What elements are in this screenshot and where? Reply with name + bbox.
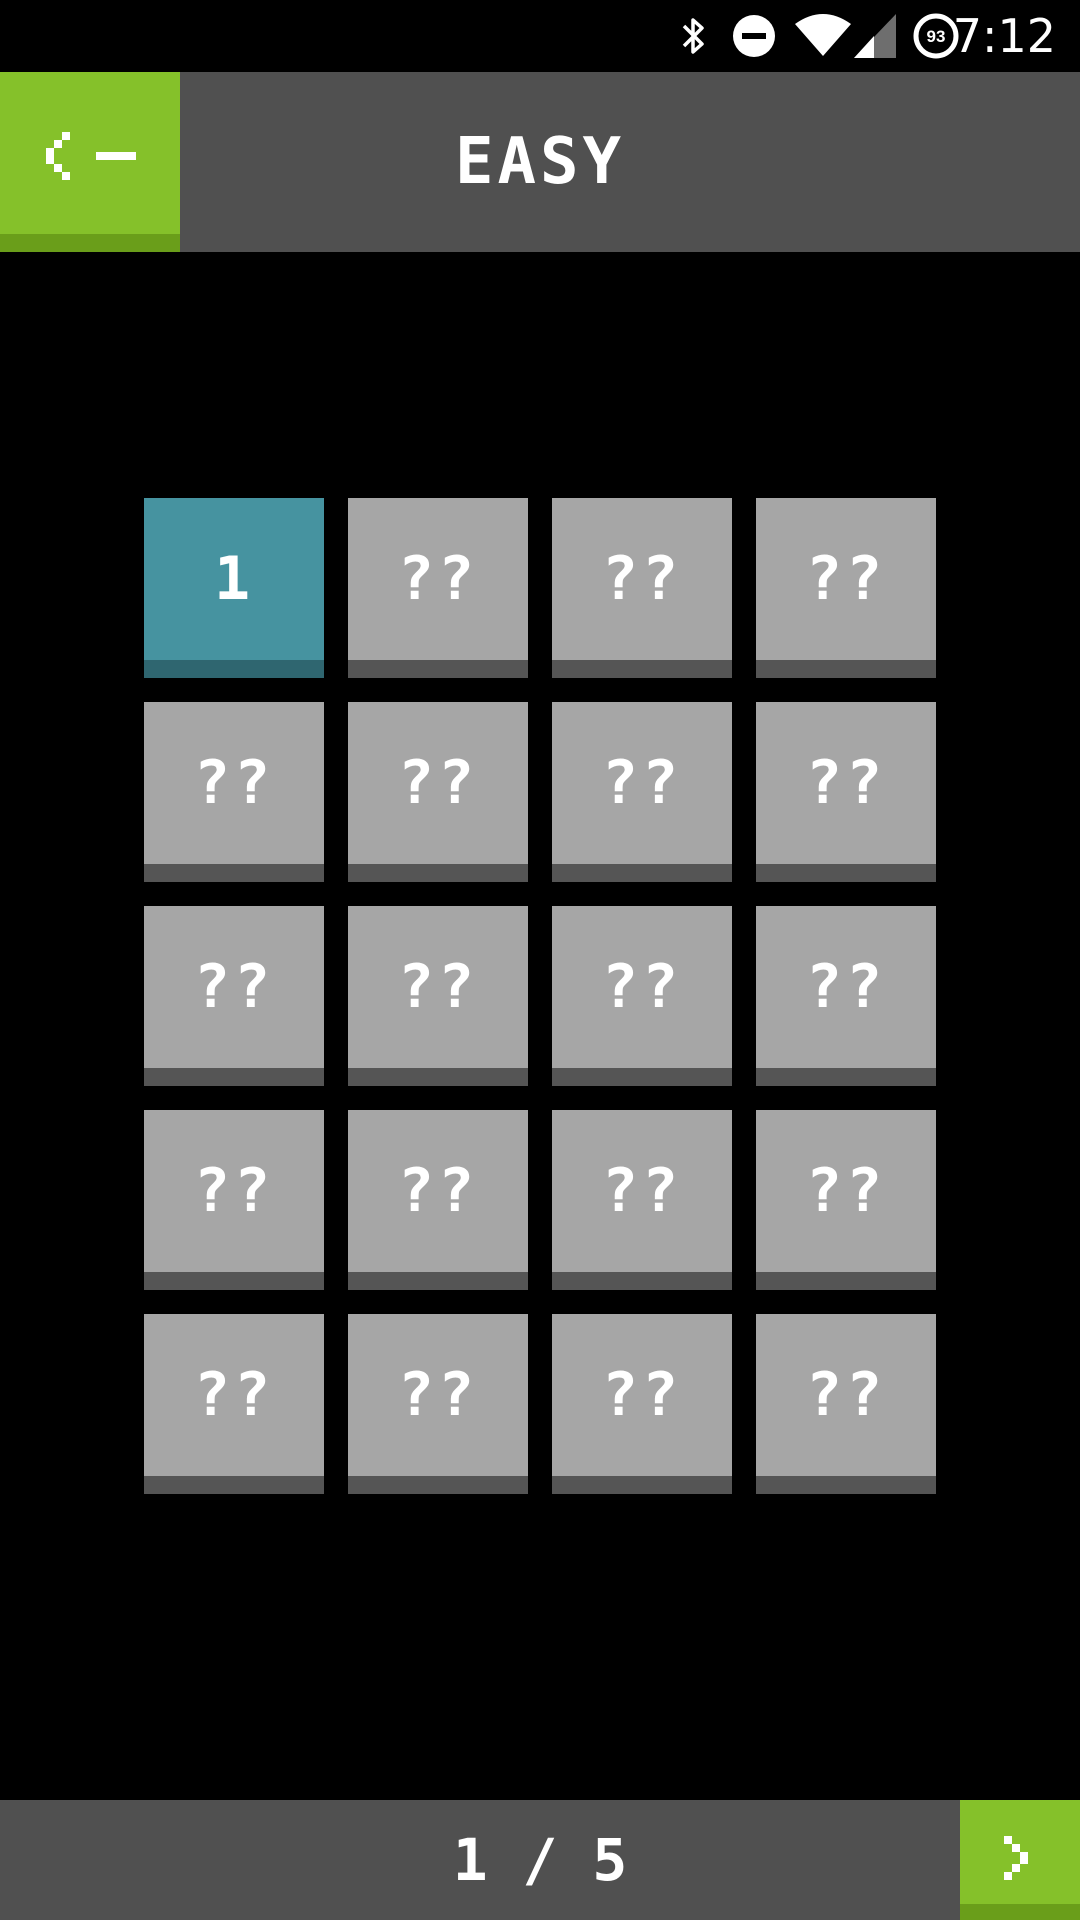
cell-signal-icon [854, 14, 896, 58]
back-arrow-icon [46, 132, 136, 180]
do-not-disturb-icon [733, 15, 775, 57]
level-tile-locked[interactable]: ?? [552, 498, 732, 678]
level-tile-shade [552, 660, 732, 678]
level-tile-shade [348, 864, 528, 882]
status-time: 7:12 [952, 9, 1056, 63]
level-tile-label: 1 [213, 544, 255, 614]
level-select-screen: 93 7:12 EASY 1??????????????????????????… [0, 0, 1080, 1920]
level-tile-shade [144, 1272, 324, 1290]
page-indicator: 1 / 5 [452, 1826, 628, 1894]
level-tile-label: ?? [805, 1156, 887, 1226]
level-tile-shade [756, 1068, 936, 1086]
next-button-shade [960, 1904, 1080, 1920]
level-tile-label: ?? [397, 1156, 479, 1226]
level-tile-locked[interactable]: ?? [348, 906, 528, 1086]
bluetooth-icon [682, 18, 704, 54]
level-tile-label: ?? [601, 748, 683, 818]
level-tile-locked[interactable]: ?? [348, 498, 528, 678]
level-tile-locked[interactable]: ?? [144, 1110, 324, 1290]
level-tile-locked[interactable]: ?? [348, 1110, 528, 1290]
level-tile-label: ?? [805, 952, 887, 1022]
level-tile-shade [144, 1068, 324, 1086]
level-tile-shade [756, 660, 936, 678]
wifi-icon [795, 14, 851, 56]
level-tile-locked[interactable]: ?? [756, 1110, 936, 1290]
level-tile-locked[interactable]: ?? [552, 1110, 732, 1290]
level-tile-shade [552, 1068, 732, 1086]
level-tile-shade [348, 660, 528, 678]
level-tile-shade [552, 1476, 732, 1494]
footer-bar: 1 / 5 [0, 1800, 1080, 1920]
level-grid: 1?????????????????????????????????????? [144, 498, 936, 1494]
level-tile-label: ?? [397, 544, 479, 614]
level-tile-label: ?? [397, 748, 479, 818]
level-tile-label: ?? [601, 952, 683, 1022]
page-title: EASY [454, 125, 626, 199]
level-tile-shade [348, 1476, 528, 1494]
back-button[interactable] [0, 72, 180, 252]
level-tile-shade [552, 1272, 732, 1290]
level-tile-label: ?? [805, 1360, 887, 1430]
level-tile-shade [348, 1068, 528, 1086]
level-tile-label: ?? [397, 952, 479, 1022]
level-tile-label: ?? [601, 1360, 683, 1430]
chevron-right-icon [1004, 1836, 1028, 1880]
next-page-button[interactable] [960, 1800, 1080, 1920]
level-tile-locked[interactable]: ?? [756, 498, 936, 678]
level-tile-locked[interactable]: ?? [756, 702, 936, 882]
level-tile-shade [144, 660, 324, 678]
back-button-shade [0, 234, 180, 252]
level-tile-locked[interactable]: ?? [756, 1314, 936, 1494]
header-bar: EASY [0, 72, 1080, 252]
level-tile-label: ?? [805, 544, 887, 614]
level-tile-label: ?? [193, 952, 275, 1022]
level-tile-shade [348, 1272, 528, 1290]
level-tile-label: ?? [601, 544, 683, 614]
level-tile-shade [144, 864, 324, 882]
level-tile-label: ?? [397, 1360, 479, 1430]
level-tile-locked[interactable]: ?? [144, 702, 324, 882]
level-tile-locked[interactable]: ?? [348, 1314, 528, 1494]
level-tile-locked[interactable]: ?? [552, 906, 732, 1086]
level-tile-label: ?? [805, 748, 887, 818]
battery-level-text: 93 [927, 27, 946, 46]
level-tile-shade [144, 1476, 324, 1494]
level-tile-label: ?? [193, 1360, 275, 1430]
level-tile-locked[interactable]: ?? [552, 702, 732, 882]
level-tile-shade [756, 864, 936, 882]
level-tile-label: ?? [193, 748, 275, 818]
level-tile-unlocked[interactable]: 1 [144, 498, 324, 678]
level-tile-shade [756, 1272, 936, 1290]
level-tile-locked[interactable]: ?? [756, 906, 936, 1086]
level-tile-shade [756, 1476, 936, 1494]
level-tile-locked[interactable]: ?? [552, 1314, 732, 1494]
level-tile-label: ?? [193, 1156, 275, 1226]
level-tile-locked[interactable]: ?? [144, 906, 324, 1086]
level-tile-locked[interactable]: ?? [348, 702, 528, 882]
level-tile-label: ?? [601, 1156, 683, 1226]
status-bar: 93 7:12 [0, 0, 1080, 72]
level-tile-shade [552, 864, 732, 882]
level-tile-locked[interactable]: ?? [144, 1314, 324, 1494]
